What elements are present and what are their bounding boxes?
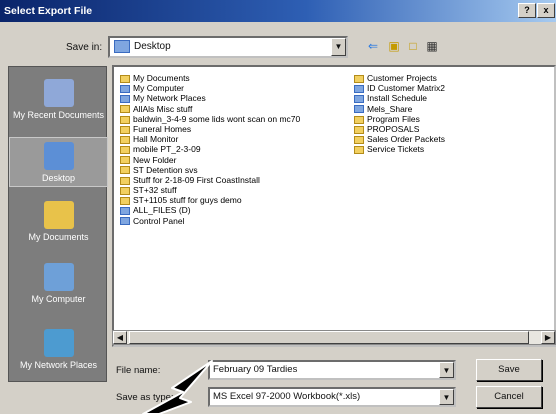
folder-icon xyxy=(120,207,130,216)
file-list[interactable]: My Documents My Computer My Network Places… xyxy=(112,65,556,347)
list-item[interactable]: ST Detention svs xyxy=(120,165,300,175)
place-my-computer[interactable]: My Computer xyxy=(9,263,108,304)
folder-icon xyxy=(354,135,364,144)
list-item[interactable]: New Folder xyxy=(120,155,300,165)
file-name-label: File name: xyxy=(116,365,161,376)
save-in-label: Save in: xyxy=(66,42,103,53)
window-title: Select Export File xyxy=(4,5,93,17)
scroll-right-icon[interactable]: ▶ xyxy=(541,331,555,344)
views-icon[interactable]: ▦ xyxy=(423,38,441,55)
list-item[interactable]: Sales Order Packets xyxy=(354,134,445,144)
folder-icon xyxy=(120,105,130,114)
folder-icon xyxy=(120,186,130,195)
folder-icon xyxy=(354,105,364,114)
chevron-down-icon[interactable]: ▼ xyxy=(331,38,346,56)
back-icon[interactable]: ⇐ xyxy=(364,38,382,55)
folder-icon xyxy=(120,95,130,104)
list-item[interactable]: Install Schedule xyxy=(354,93,445,103)
save-button[interactable]: Save xyxy=(476,359,542,381)
save-in-combobox[interactable]: Desktop ▼ xyxy=(108,36,348,58)
folder-icon xyxy=(354,146,364,155)
list-item[interactable]: Mels_Share xyxy=(354,104,445,114)
folder-icon xyxy=(120,217,130,226)
folder-icon xyxy=(120,115,130,124)
list-item[interactable]: ST+1105 stuff for guys demo xyxy=(120,195,300,205)
folder-icon xyxy=(354,115,364,124)
list-item[interactable]: ID Customer Matrix2 xyxy=(354,83,445,93)
scroll-left-icon[interactable]: ◀ xyxy=(113,331,127,344)
scroll-thumb[interactable] xyxy=(129,331,529,344)
save-as-type-select[interactable]: MS Excel 97-2000 Workbook(*.xls) ▼ xyxy=(208,387,456,407)
folder-icon xyxy=(354,95,364,104)
list-item[interactable]: PROPOSALS xyxy=(354,124,445,134)
list-item[interactable]: Program Files xyxy=(354,114,445,124)
list-item[interactable]: Control Panel xyxy=(120,216,300,226)
horizontal-scrollbar[interactable]: ◀ ▶ xyxy=(112,330,556,345)
select-export-file-dialog: Select Export File ? x Save in: Desktop … xyxy=(0,0,556,414)
list-item[interactable]: Stuff for 2-18-09 First CoastInstall xyxy=(120,175,300,185)
my-computer-icon xyxy=(43,263,74,291)
place-my-recent-documents[interactable]: My Recent Documents xyxy=(9,79,108,120)
list-item[interactable]: ALL_FILES (D) xyxy=(120,205,300,215)
file-name-field[interactable]: February 09 Tardies ▼ xyxy=(208,360,456,380)
folder-icon xyxy=(120,146,130,155)
folder-icon xyxy=(120,84,130,93)
folder-icon xyxy=(354,84,364,93)
save-in-value: Desktop xyxy=(134,41,171,52)
my-documents-icon xyxy=(43,201,74,229)
list-item[interactable]: ST+32 stuff xyxy=(120,185,300,195)
title-bar: Select Export File ? x xyxy=(0,0,556,22)
places-bar: My Recent Documents Desktop My Documents… xyxy=(8,66,108,382)
folder-icon xyxy=(120,156,130,165)
file-list-column-1: My Documents My Computer My Network Places… xyxy=(120,73,300,226)
list-item[interactable]: baldwin_3-4-9 some lids wont scan on mc7… xyxy=(120,114,300,124)
folder-icon xyxy=(354,74,364,83)
list-item[interactable]: My Documents xyxy=(120,73,300,83)
new-folder-icon[interactable]: □ xyxy=(404,38,422,55)
list-item[interactable]: AllAls Misc stuff xyxy=(120,104,300,114)
list-item[interactable]: My Computer xyxy=(120,83,300,93)
help-button[interactable]: ? xyxy=(518,3,536,18)
desktop-icon xyxy=(43,142,74,170)
desktop-folder-icon xyxy=(114,39,130,53)
folder-icon xyxy=(120,166,130,175)
list-item[interactable]: Customer Projects xyxy=(354,73,445,83)
folder-icon xyxy=(120,197,130,205)
folder-icon xyxy=(120,125,130,134)
cancel-button[interactable]: Cancel xyxy=(476,386,542,408)
folder-icon xyxy=(120,176,130,185)
folder-icon xyxy=(120,74,130,83)
chevron-down-icon[interactable]: ▼ xyxy=(439,362,454,378)
list-item[interactable]: Hall Monitor xyxy=(120,134,300,144)
place-desktop[interactable]: Desktop xyxy=(9,137,108,187)
chevron-down-icon[interactable]: ▼ xyxy=(439,389,454,405)
file-list-column-2: Customer Projects ID Customer Matrix2 Inst… xyxy=(354,73,445,155)
place-my-network-places[interactable]: My Network Places xyxy=(9,329,108,370)
up-folder-icon[interactable]: ▣ xyxy=(385,38,403,55)
list-item[interactable]: Service Tickets xyxy=(354,144,445,154)
place-my-documents[interactable]: My Documents xyxy=(9,201,108,242)
save-as-type-label: Save as type: xyxy=(116,392,174,403)
list-item[interactable]: My Network Places xyxy=(120,93,300,103)
list-item[interactable]: mobile PT_2-3-09 xyxy=(120,144,300,154)
recent-documents-icon xyxy=(43,79,74,107)
list-item[interactable]: Funeral Homes xyxy=(120,124,300,134)
folder-icon xyxy=(120,135,130,144)
network-places-icon xyxy=(43,329,74,357)
folder-icon xyxy=(354,125,364,134)
close-button[interactable]: x xyxy=(537,3,555,18)
